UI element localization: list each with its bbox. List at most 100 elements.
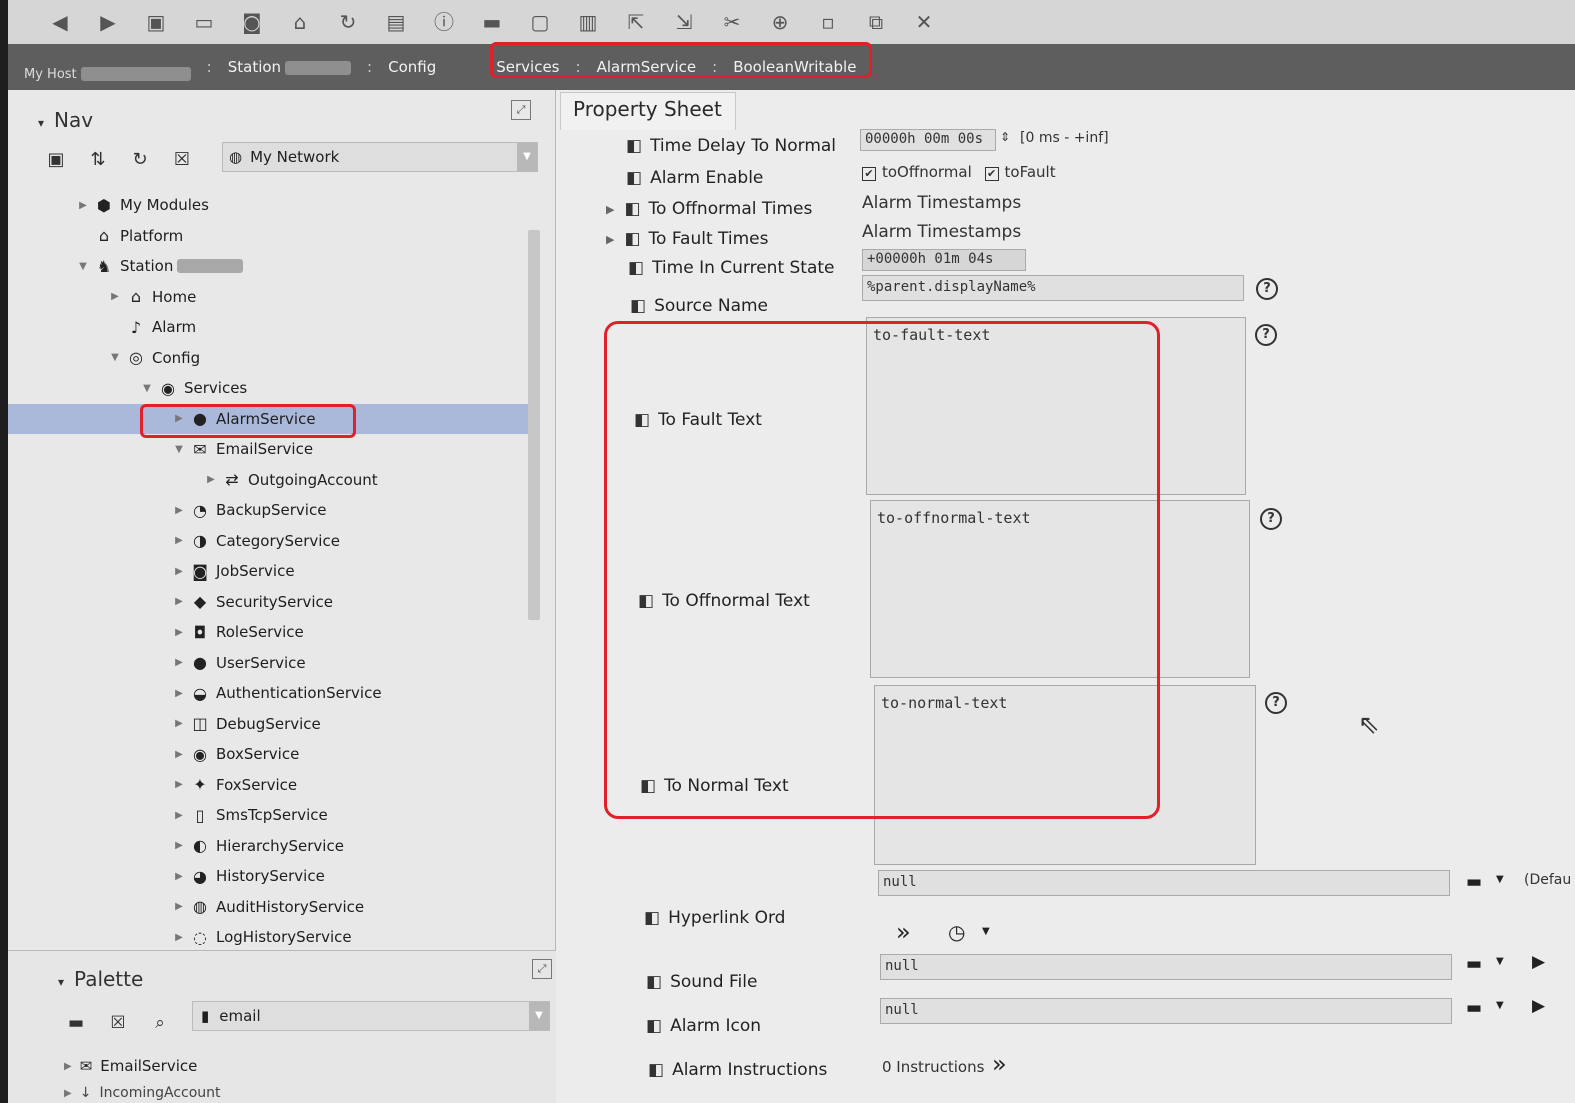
- clock-icon[interactable]: ◷: [948, 920, 965, 944]
- play-icon[interactable]: ▶: [1532, 996, 1545, 1016]
- tree-item-services[interactable]: ▼ ◉ Services: [8, 373, 528, 404]
- source-name-field[interactable]: %parent.displayName%: [862, 275, 1244, 301]
- tree-item-roleservice[interactable]: ▶ ◘ RoleService: [8, 617, 528, 648]
- tree-item-home[interactable]: ▶ ⌂ Home: [8, 282, 528, 313]
- tree-item-userservice[interactable]: ▶ ● UserService: [8, 648, 528, 679]
- tree-item-emailservice[interactable]: ▼ ✉ EmailService: [8, 434, 528, 465]
- tree-item-jobservice[interactable]: ▶ ◙ JobService: [8, 556, 528, 587]
- expand-icon[interactable]: ▶: [170, 871, 188, 882]
- expand-icon[interactable]: ▶: [170, 627, 188, 638]
- breadcrumb-host[interactable]: My Host: [8, 67, 203, 82]
- time-delay-field[interactable]: 00000h 00m 00s: [860, 129, 996, 151]
- folder-dropdown-icon[interactable]: ▬: [480, 10, 504, 34]
- double-chevron-right-icon[interactable]: »: [896, 918, 911, 946]
- expand-icon[interactable]: ▶: [74, 200, 92, 211]
- close-icon[interactable]: ☒: [106, 1011, 130, 1035]
- expand-icon[interactable]: ▶: [170, 718, 188, 729]
- tree-item-debugservice[interactable]: ▶ ◫ DebugService: [8, 709, 528, 740]
- chevron-down-icon[interactable]: ▼: [1496, 1000, 1504, 1011]
- refresh-icon[interactable]: ↻: [128, 148, 152, 172]
- double-chevron-right-icon[interactable]: »: [992, 1050, 1007, 1078]
- expand-icon[interactable]: ▶: [170, 840, 188, 851]
- tree-item-authenticationservice[interactable]: ▶ ◒ AuthenticationService: [8, 678, 528, 709]
- save-all-icon[interactable]: ▥: [576, 10, 600, 34]
- find-icon[interactable]: ⌕: [148, 1011, 172, 1035]
- tree-item-securityservice[interactable]: ▶ ◆ SecurityService: [8, 587, 528, 618]
- copy-icon[interactable]: ⊕: [768, 10, 792, 34]
- tree-item-station[interactable]: ▼ ♞ Station: [8, 251, 528, 282]
- chevron-down-icon[interactable]: ▼: [1496, 874, 1504, 885]
- expand-icon[interactable]: ▶: [170, 810, 188, 821]
- delete-icon[interactable]: ✕: [912, 10, 936, 34]
- folder-icon[interactable]: ▬: [1466, 872, 1482, 892]
- collapse-icon[interactable]: ▼: [138, 383, 156, 394]
- palette-item[interactable]: ▶ ✉ EmailService: [64, 1057, 197, 1075]
- expand-icon[interactable]: ▶: [170, 779, 188, 790]
- expand-icon[interactable]: ▶: [170, 932, 188, 943]
- tree-item-categoryservice[interactable]: ▶ ◑ CategoryService: [8, 526, 528, 557]
- close-icon[interactable]: ☒: [170, 148, 194, 172]
- export-icon[interactable]: ⇱: [624, 10, 648, 34]
- expand-icon[interactable]: ▶: [606, 233, 614, 246]
- tab-property-sheet[interactable]: Property Sheet: [560, 92, 736, 130]
- tree-item-backupservice[interactable]: ▶ ◔ BackupService: [8, 495, 528, 526]
- hyperlink-ord-field[interactable]: null: [878, 870, 1450, 896]
- folder-icon[interactable]: ▬: [1466, 998, 1482, 1018]
- chevron-down-icon[interactable]: ▼: [1496, 956, 1504, 967]
- tree-item-smstcpservice[interactable]: ▶ ▯ SmsTcpService: [8, 800, 528, 831]
- expand-icon[interactable]: ▶: [170, 535, 188, 546]
- prop-to-offnormal-times[interactable]: ▶ ◧ To Offnormal Times: [606, 199, 812, 219]
- sound-file-field[interactable]: null: [880, 954, 1452, 980]
- collapse-icon[interactable]: ▼: [170, 444, 188, 455]
- info-icon[interactable]: ⓘ: [432, 10, 456, 34]
- expand-icon[interactable]: ▶: [202, 474, 220, 485]
- help-icon[interactable]: ?: [1255, 324, 1277, 346]
- expand-icon[interactable]: ▶: [106, 291, 124, 302]
- folder-icon[interactable]: ▣: [144, 10, 168, 34]
- help-icon[interactable]: ?: [1260, 508, 1282, 530]
- palette-title[interactable]: ▾ Palette: [58, 967, 143, 991]
- maximize-icon[interactable]: ⤢: [511, 100, 531, 120]
- collapse-icon[interactable]: ▼: [74, 261, 92, 272]
- nav-scrollbar[interactable]: [528, 230, 540, 620]
- sync-icon[interactable]: ⇅: [86, 148, 110, 172]
- network-select[interactable]: ◍ My Network ▼: [222, 142, 538, 172]
- help-icon[interactable]: ?: [1265, 692, 1287, 714]
- tree-item-platform[interactable]: ⌂ Platform: [8, 221, 528, 252]
- tree-item-hierarchyservice[interactable]: ▶ ◐ HierarchyService: [8, 831, 528, 862]
- expand-icon[interactable]: ▶: [170, 505, 188, 516]
- expand-icon[interactable]: ▶: [606, 203, 614, 216]
- tree-item-config[interactable]: ▼ ◎ Config: [8, 343, 528, 374]
- tree-item-alarm[interactable]: ♪ Alarm: [8, 312, 528, 343]
- forward-icon[interactable]: ▶: [96, 10, 120, 34]
- collapse-icon[interactable]: ▼: [106, 352, 124, 363]
- nav-title[interactable]: ▾ Nav: [38, 108, 93, 132]
- checkbox-tofault[interactable]: ✔: [984, 167, 999, 181]
- tree-item-boxservice[interactable]: ▶ ◉ BoxService: [8, 739, 528, 770]
- paste-icon[interactable]: ▫: [816, 10, 840, 34]
- expand-icon[interactable]: ▶: [170, 657, 188, 668]
- refresh-icon[interactable]: ↻: [336, 10, 360, 34]
- palette-item[interactable]: ▶ ↓ IncomingAccount: [64, 1085, 221, 1101]
- new-tab-icon[interactable]: ▣: [44, 148, 68, 172]
- expand-icon[interactable]: ▶: [170, 901, 188, 912]
- chevron-down-icon[interactable]: ▼: [529, 1002, 549, 1030]
- maximize-icon[interactable]: ⤢: [532, 959, 552, 979]
- tree-item-loghistoryservice[interactable]: ▶ ◌ LogHistoryService: [8, 922, 528, 953]
- chevron-down-icon[interactable]: ▼: [982, 926, 990, 937]
- expand-icon[interactable]: ▶: [170, 596, 188, 607]
- palette-select[interactable]: ▮ email ▼: [192, 1001, 550, 1031]
- save-icon[interactable]: ▢: [528, 10, 552, 34]
- home-icon[interactable]: ⌂: [288, 10, 312, 34]
- doc-icon[interactable]: ▤: [384, 10, 408, 34]
- expand-icon[interactable]: ▶: [170, 688, 188, 699]
- breadcrumb-config[interactable]: Config: [376, 58, 448, 76]
- tree-item-outgoingaccount[interactable]: ▶ ⇄ OutgoingAccount: [8, 465, 528, 496]
- spinner-icon[interactable]: ⇕: [1000, 130, 1010, 144]
- folder-icon[interactable]: ▬: [1466, 954, 1482, 974]
- alarm-icon-field[interactable]: null: [880, 998, 1452, 1024]
- back-icon[interactable]: ◀: [48, 10, 72, 34]
- chevron-down-icon[interactable]: ▼: [517, 143, 537, 171]
- tree-item-my modules[interactable]: ▶ ⬢ My Modules: [8, 190, 528, 221]
- import-icon[interactable]: ⇲: [672, 10, 696, 34]
